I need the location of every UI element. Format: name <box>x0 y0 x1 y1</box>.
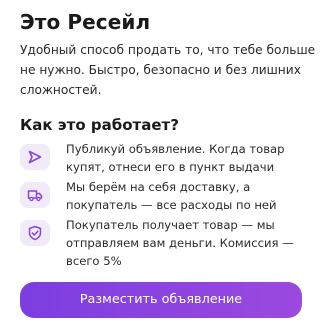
how-it-works-title: Как это работает? <box>20 116 179 134</box>
step-text: Мы берём на себя доставку, а покупатель … <box>66 180 277 212</box>
send-icon <box>20 144 50 170</box>
page-title: Это Ресейл <box>20 10 151 34</box>
step-text: Публикуй объявление. Когда товар купят, … <box>66 142 285 174</box>
step-text: Покупатель получает товар — мы отправляе… <box>66 218 294 268</box>
truck-icon <box>20 182 50 208</box>
page-description: Удобный способ продать то, что тебе боль… <box>20 43 316 97</box>
place-ad-button[interactable]: Разместить объявление <box>20 282 302 318</box>
resale-info-sheet: Это Ресейл Удобный способ продать то, чт… <box>0 0 322 329</box>
shield-check-icon <box>20 220 50 246</box>
